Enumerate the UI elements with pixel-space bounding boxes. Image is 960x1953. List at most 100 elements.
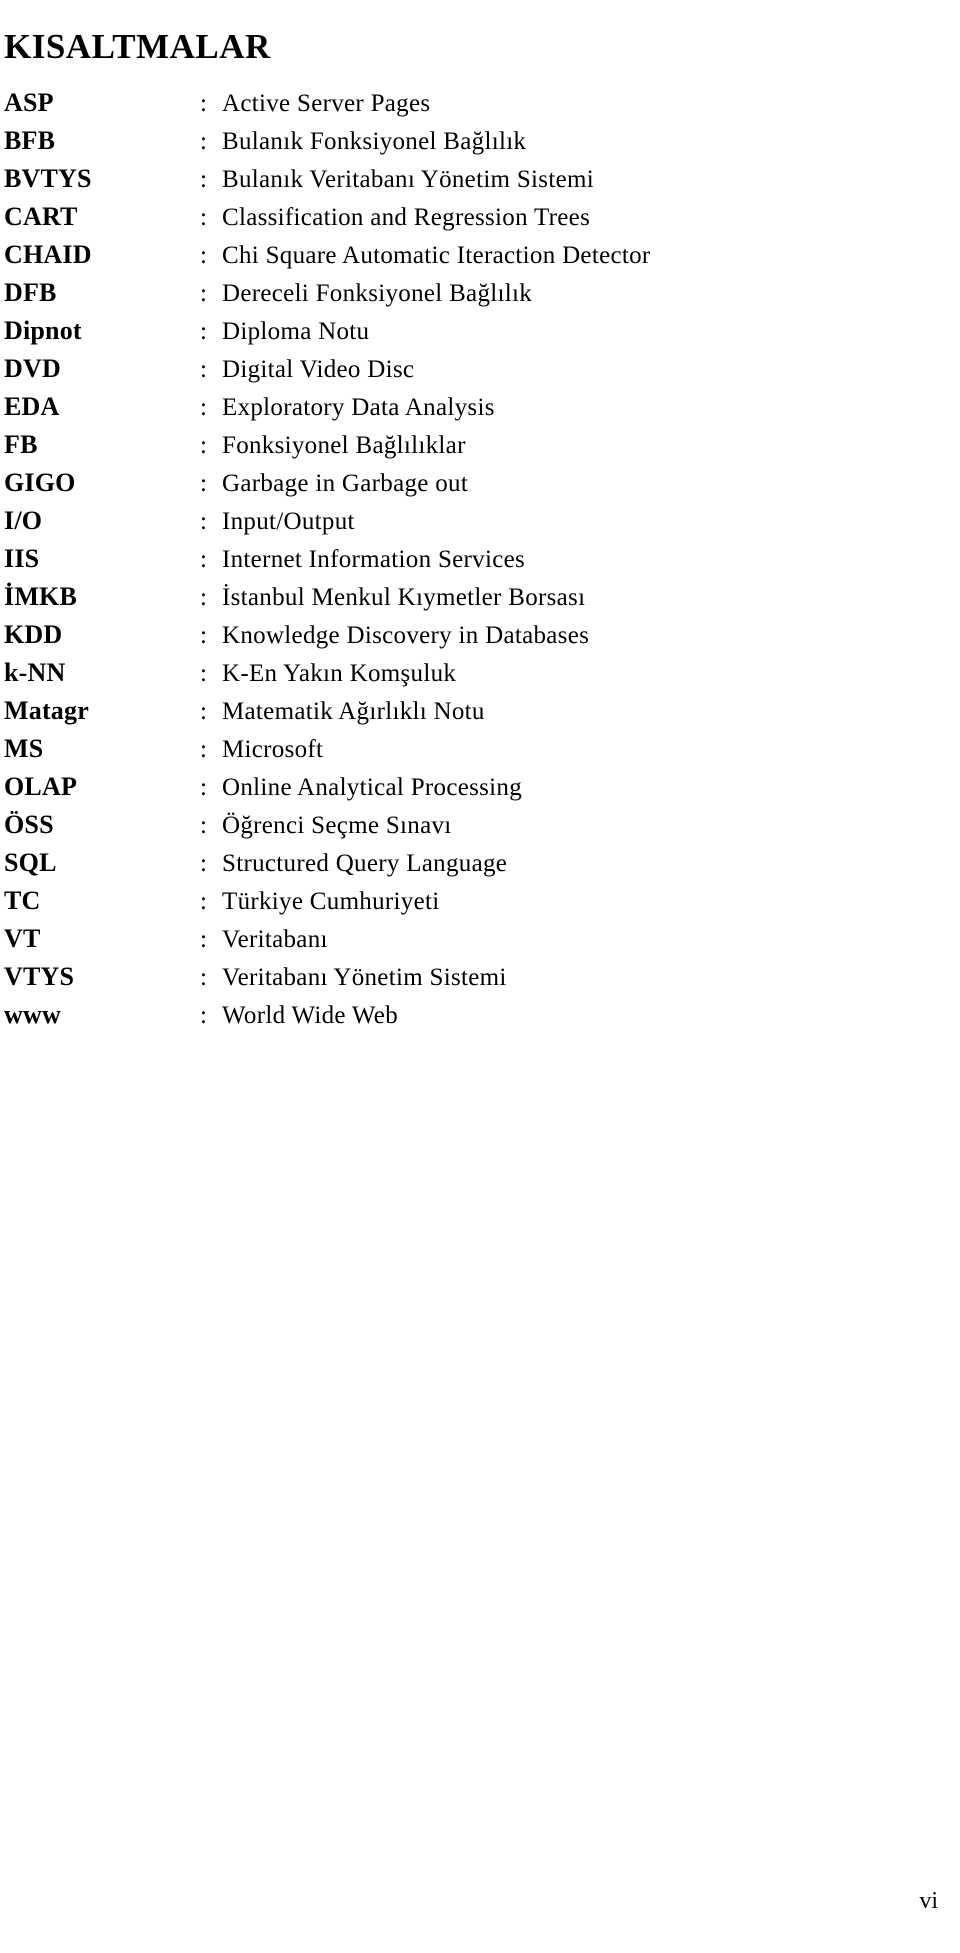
abbreviation-separator: : bbox=[200, 318, 207, 345]
abbreviation-separator: : bbox=[200, 356, 207, 383]
abbreviation-separator: : bbox=[200, 432, 207, 459]
abbreviation-row: IIS: Internet Information Services bbox=[4, 540, 956, 578]
abbreviation-separator: : bbox=[200, 964, 207, 991]
abbreviation-term: ÖSS bbox=[4, 810, 54, 839]
abbreviation-row: VTYS: Veritabanı Yönetim Sistemi bbox=[4, 958, 956, 996]
abbreviation-definition: Veritabanı bbox=[222, 926, 328, 953]
abbreviation-separator: : bbox=[200, 850, 207, 877]
abbreviation-row: Matagr: Matematik Ağırlıklı Notu bbox=[4, 692, 956, 730]
abbreviation-term: VTYS bbox=[4, 962, 75, 991]
abbreviation-term: I/O bbox=[4, 506, 43, 535]
abbreviation-definition: Matematik Ağırlıklı Notu bbox=[222, 698, 485, 725]
abbreviation-separator: : bbox=[200, 812, 207, 839]
abbreviation-separator: : bbox=[200, 622, 207, 649]
abbreviation-definition: Bulanık Veritabanı Yönetim Sistemi bbox=[222, 166, 594, 193]
abbreviation-row: I/O: Input/Output bbox=[4, 502, 956, 540]
abbreviation-row: TC: Türkiye Cumhuriyeti bbox=[4, 882, 956, 920]
page-title: KISALTMALAR bbox=[4, 27, 271, 67]
abbreviation-separator: : bbox=[200, 470, 207, 497]
abbreviation-definition: World Wide Web bbox=[222, 1002, 398, 1029]
abbreviation-term: GIGO bbox=[4, 468, 76, 497]
abbreviation-term: OLAP bbox=[4, 772, 78, 801]
abbreviation-definition: Knowledge Discovery in Databases bbox=[222, 622, 590, 649]
abbreviation-separator: : bbox=[200, 736, 207, 763]
abbreviation-definition: Öğrenci Seçme Sınavı bbox=[222, 812, 452, 839]
abbreviation-row: DFB: Dereceli Fonksiyonel Bağlılık bbox=[4, 274, 956, 312]
abbreviation-definition: Fonksiyonel Bağlılıklar bbox=[222, 432, 466, 459]
abbreviation-definition: Structured Query Language bbox=[222, 850, 508, 877]
abbreviation-term: EDA bbox=[4, 392, 60, 421]
abbreviation-term: www bbox=[4, 1000, 61, 1029]
abbreviation-row: KDD: Knowledge Discovery in Databases bbox=[4, 616, 956, 654]
abbreviation-term: DFB bbox=[4, 278, 57, 307]
abbreviation-row: FB: Fonksiyonel Bağlılıklar bbox=[4, 426, 956, 464]
abbreviation-separator: : bbox=[200, 888, 207, 915]
abbreviation-row: CHAID: Chi Square Automatic Iteraction De… bbox=[4, 236, 956, 274]
abbreviation-row: DVD: Digital Video Disc bbox=[4, 350, 956, 388]
abbreviation-row: VT: Veritabanı bbox=[4, 920, 956, 958]
abbreviation-definition: Digital Video Disc bbox=[222, 356, 415, 383]
abbreviation-term: SQL bbox=[4, 848, 57, 877]
abbreviation-term: BFB bbox=[4, 126, 56, 155]
page-number: vi bbox=[919, 1888, 938, 1914]
abbreviation-term: ASP bbox=[4, 88, 54, 117]
abbreviation-definition: Garbage in Garbage out bbox=[222, 470, 469, 497]
abbreviation-row: BFB: Bulanık Fonksiyonel Bağlılık bbox=[4, 122, 956, 160]
abbreviation-definition: Dereceli Fonksiyonel Bağlılık bbox=[222, 280, 533, 307]
abbreviation-term: DVD bbox=[4, 354, 61, 383]
abbreviation-row: BVTYS: Bulanık Veritabanı Yönetim Sistemi bbox=[4, 160, 956, 198]
abbreviation-definition: Classification and Regression Trees bbox=[222, 204, 591, 231]
abbreviation-row: GIGO: Garbage in Garbage out bbox=[4, 464, 956, 502]
abbreviation-row: İMKB: İstanbul Menkul Kıymetler Borsası bbox=[4, 578, 956, 616]
abbreviation-list: ASP: Active Server Pages BFB: Bulanık Fonks… bbox=[4, 84, 956, 1034]
abbreviation-separator: : bbox=[200, 660, 207, 687]
abbreviation-separator: : bbox=[200, 394, 207, 421]
abbreviation-row: ÖSS: Öğrenci Seçme Sınavı bbox=[4, 806, 956, 844]
abbreviation-term: k-NN bbox=[4, 658, 66, 687]
abbreviation-definition: Input/Output bbox=[222, 508, 355, 535]
abbreviation-term: TC bbox=[4, 886, 41, 915]
abbreviation-separator: : bbox=[200, 280, 207, 307]
abbreviation-separator: : bbox=[200, 926, 207, 953]
abbreviation-term: FB bbox=[4, 430, 38, 459]
abbreviation-definition: Bulanık Fonksiyonel Bağlılık bbox=[222, 128, 527, 155]
abbreviation-separator: : bbox=[200, 204, 207, 231]
abbreviation-definition: Internet Information Services bbox=[222, 546, 526, 573]
abbreviation-term: Matagr bbox=[4, 696, 89, 725]
abbreviation-term: CART bbox=[4, 202, 78, 231]
abbreviation-definition: Diploma Notu bbox=[222, 318, 370, 345]
abbreviation-separator: : bbox=[200, 546, 207, 573]
abbreviation-separator: : bbox=[200, 166, 207, 193]
abbreviation-separator: : bbox=[200, 584, 207, 611]
abbreviation-row: SQL: Structured Query Language bbox=[4, 844, 956, 882]
abbreviation-separator: : bbox=[200, 774, 207, 801]
abbreviation-row: ASP: Active Server Pages bbox=[4, 84, 956, 122]
abbreviation-separator: : bbox=[200, 128, 207, 155]
abbreviation-row: OLAP: Online Analytical Processing bbox=[4, 768, 956, 806]
abbreviation-term: BVTYS bbox=[4, 164, 92, 193]
abbreviation-row: Dipnot: Diploma Notu bbox=[4, 312, 956, 350]
abbreviation-row: MS: Microsoft bbox=[4, 730, 956, 768]
abbreviation-definition: Microsoft bbox=[222, 736, 324, 763]
abbreviation-separator: : bbox=[200, 90, 207, 117]
document-page: KISALTMALAR ASP: Active Server Pages BFB: B… bbox=[0, 0, 960, 1953]
abbreviation-term: MS bbox=[4, 734, 44, 763]
abbreviation-term: İMKB bbox=[4, 582, 78, 611]
abbreviation-term: CHAID bbox=[4, 240, 92, 269]
abbreviation-row: EDA: Exploratory Data Analysis bbox=[4, 388, 956, 426]
abbreviation-row: CART: Classification and Regression Trees bbox=[4, 198, 956, 236]
abbreviation-row: www: World Wide Web bbox=[4, 996, 956, 1034]
abbreviation-definition: Exploratory Data Analysis bbox=[222, 394, 495, 421]
abbreviation-separator: : bbox=[200, 508, 207, 535]
abbreviation-definition: K-En Yakın Komşuluk bbox=[222, 660, 457, 687]
abbreviation-term: IIS bbox=[4, 544, 40, 573]
abbreviation-term: Dipnot bbox=[4, 316, 82, 345]
abbreviation-definition: İstanbul Menkul Kıymetler Borsası bbox=[222, 584, 586, 611]
abbreviation-separator: : bbox=[200, 1002, 207, 1029]
abbreviation-separator: : bbox=[200, 242, 207, 269]
abbreviation-definition: Active Server Pages bbox=[222, 90, 431, 117]
abbreviation-term: VT bbox=[4, 924, 41, 953]
abbreviation-term: KDD bbox=[4, 620, 63, 649]
abbreviation-definition: Türkiye Cumhuriyeti bbox=[222, 888, 440, 915]
abbreviation-row: k-NN: K-En Yakın Komşuluk bbox=[4, 654, 956, 692]
